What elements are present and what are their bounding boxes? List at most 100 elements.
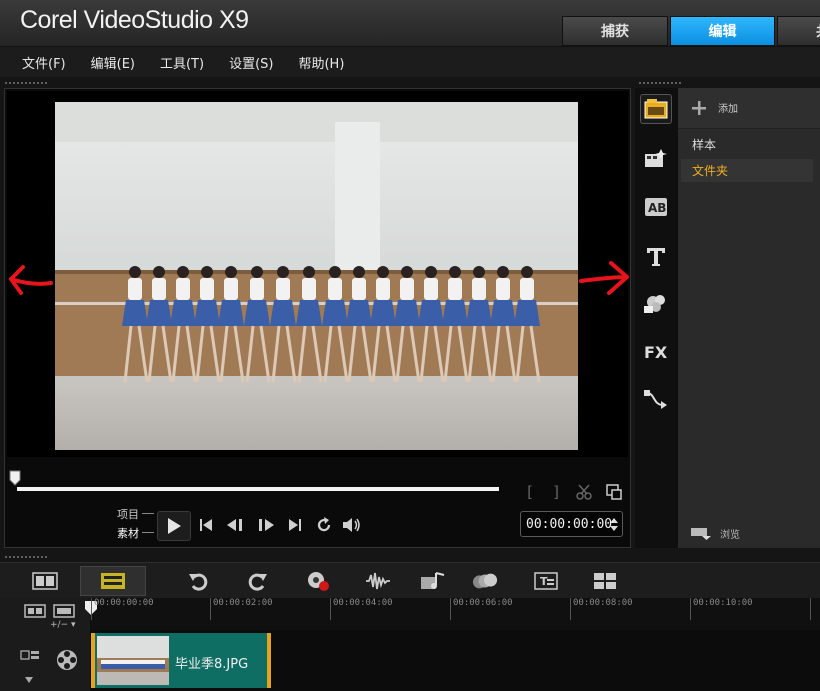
tab-edit-label: 编辑 [708,24,737,40]
timecode-spinner[interactable] [609,516,619,533]
mode-project-label[interactable]: 项目 [117,506,139,522]
tab-capture[interactable]: 捕获 [562,16,668,46]
undo-button[interactable] [185,569,211,593]
clip-thumbnail [97,636,169,685]
library-item-sample[interactable]: 样本 [681,133,813,156]
app-title: Corel VideoStudio X9 [20,6,249,34]
storyboard-view-button[interactable] [12,566,78,596]
plus-icon [692,100,706,115]
go-to-end-button[interactable] [283,514,309,536]
mode-clip-label[interactable]: 素材 [117,525,139,541]
ruler-tick [810,598,820,620]
menu-help[interactable]: 帮助(H) [298,53,344,72]
timeline-toolbar: T [0,562,820,598]
add-folder-button[interactable]: 添加 [692,100,738,115]
library-item-folder[interactable]: 文件夹 [681,159,813,182]
repeat-icon [317,517,331,532]
split-clip-icon[interactable] [571,481,597,503]
menu-tools[interactable]: 工具(T) [160,53,204,72]
timeline-view-button[interactable] [80,566,146,596]
menu-settings[interactable]: 设置(S) [229,53,273,72]
timeline-panel-grip[interactable] [4,555,48,559]
track-manager-icon[interactable] [24,604,46,618]
repeat-button[interactable] [311,514,337,536]
video-track-header [0,630,90,691]
ruler-tick: 00:00:00:00 [91,598,154,620]
graphic-icon [644,295,665,313]
multi-camera-button[interactable] [592,569,618,593]
timeline-view-icon [101,573,125,589]
previous-frame-icon [227,519,242,531]
enlarge-preview-icon[interactable] [601,481,627,503]
ruler-tick: 00:00:06:00 [450,598,513,620]
track-visibility-icon[interactable] [20,648,40,662]
subtitle-editor-icon: T [534,572,558,590]
graphic-button[interactable] [640,288,672,318]
mark-in-button[interactable]: [ [519,483,541,501]
menu-bar: 文件(F) 编辑(E) 工具(T) 设置(S) 帮助(H) [0,47,820,77]
record-capture-icon [308,572,329,591]
volume-icon [343,518,360,532]
tab-share[interactable]: 共 [777,16,820,46]
scrubber-track[interactable] [17,487,499,491]
previous-frame-button[interactable] [223,514,249,536]
undo-icon [189,573,208,591]
redo-button[interactable] [245,569,271,593]
filter-icon: FX [644,343,668,362]
title-button[interactable] [640,241,672,271]
motion-tracking-icon [472,573,498,589]
next-frame-button[interactable] [253,514,279,536]
go-to-start-button[interactable] [193,514,219,536]
timeline-ruler[interactable]: +/− ▾ 00:00:00:00 00:00:02:00 00:00:04:0… [0,598,820,630]
preview-window [7,91,629,457]
play-icon [168,518,181,534]
redo-icon [248,573,267,591]
ruler-tick: 00:00:04:00 [330,598,393,620]
svg-text:FX: FX [644,343,668,362]
record-capture-button[interactable] [305,569,331,593]
player-panel: [ ] 项目 素材 00:00:00:00 [4,88,631,548]
preview-image [55,102,578,450]
zoom-control[interactable]: +/− ▾ [50,620,76,630]
library-panel-grip[interactable] [638,81,682,85]
timeline-clip[interactable]: 毕业季8.JPG [91,633,271,688]
video-track[interactable]: 毕业季8.JPG [0,630,820,691]
path-button[interactable] [640,384,672,414]
player-panel-grip[interactable] [4,81,48,85]
timecode-field[interactable]: 00:00:00:00 [520,511,623,537]
media-icon [644,99,668,119]
subtitle-editor-button[interactable]: T [533,569,559,593]
media-button[interactable] [640,94,672,124]
instant-project-icon [645,149,667,167]
browse-label: 浏览 [720,530,740,541]
timecode-value: 00:00:00:00 [526,516,613,532]
multi-camera-icon [594,573,616,589]
auto-music-button[interactable] [420,569,446,593]
filter-button[interactable]: FX [640,336,672,366]
volume-button[interactable] [339,514,365,536]
sound-mixer-button[interactable] [365,569,391,593]
title-bar: Corel VideoStudio X9 捕获 编辑 共 [0,0,820,47]
scrubber-handle[interactable] [9,470,21,486]
add-label: 添加 [718,104,738,115]
next-frame-icon [259,519,274,531]
clip-name: 毕业季8.JPG [175,657,249,672]
browse-icon [691,527,711,540]
mode-divider [142,532,154,533]
play-button[interactable] [157,511,191,541]
motion-tracking-button[interactable] [472,569,498,593]
track-expand-icon[interactable] [24,676,34,684]
title-icon [647,248,665,266]
tab-share-label: 共 [816,21,820,41]
mark-out-button[interactable]: ] [545,483,567,501]
transition-button[interactable]: AB [640,192,672,222]
browse-button[interactable]: 浏览 [690,526,740,541]
instant-project-button[interactable] [640,143,672,173]
menu-edit[interactable]: 编辑(E) [91,53,135,72]
chapter-point-icon[interactable] [53,604,75,618]
left-arrow-annotation [9,265,53,295]
tab-edit[interactable]: 编辑 [670,16,775,46]
menu-file[interactable]: 文件(F) [22,53,66,72]
ruler-tick: 00:00:02:00 [210,598,273,620]
tab-capture-label: 捕获 [601,24,629,40]
